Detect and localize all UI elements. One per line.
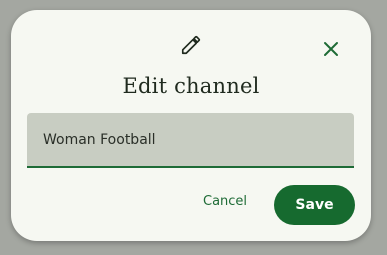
close-icon[interactable] <box>321 39 341 59</box>
pencil-icon <box>180 34 202 56</box>
cancel-button[interactable]: Cancel <box>203 194 247 209</box>
save-button[interactable]: Save <box>274 185 355 225</box>
channel-name-field[interactable] <box>27 113 354 168</box>
channel-name-input[interactable] <box>27 113 354 166</box>
edit-channel-dialog: Edit channel Cancel Save <box>11 10 371 241</box>
dialog-title: Edit channel <box>122 74 260 98</box>
